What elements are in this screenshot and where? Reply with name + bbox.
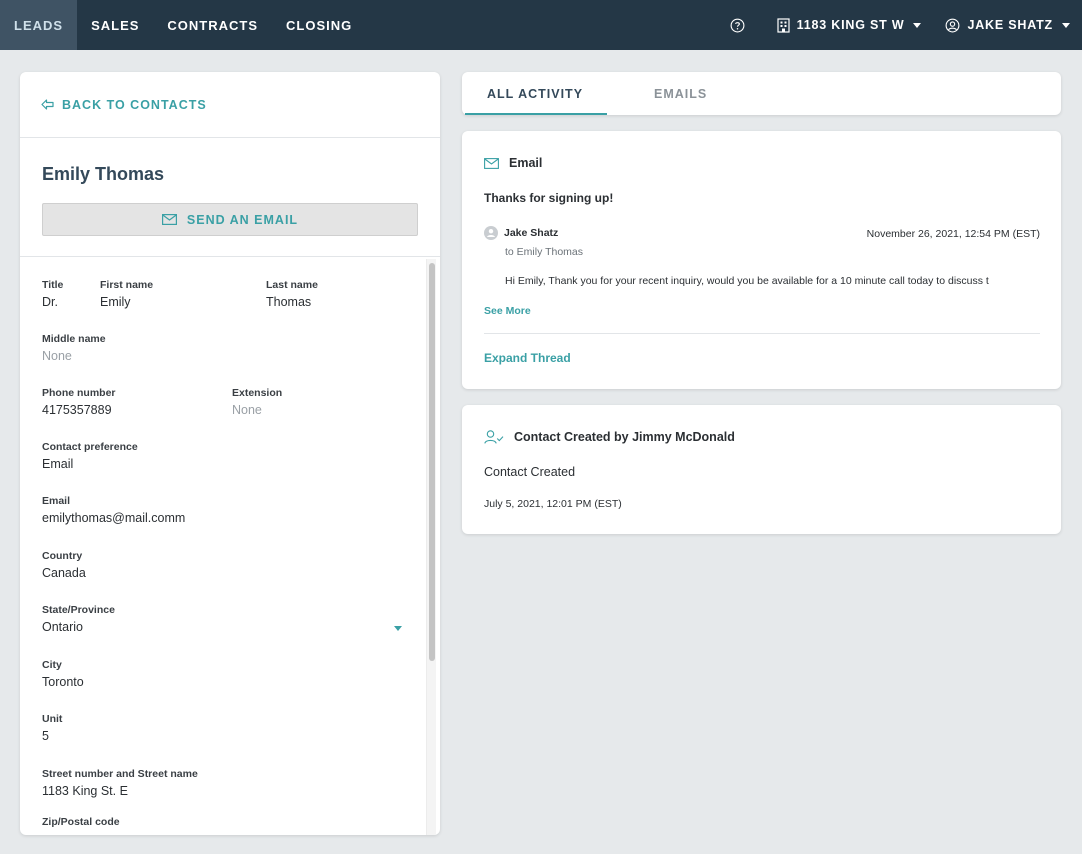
scrollbar-thumb[interactable] (429, 263, 435, 661)
name-row: Title Dr. First name Emily Last name Tho… (42, 279, 410, 313)
activity-tabs: ALL ACTIVITY EMAILS (462, 72, 1061, 115)
email-field[interactable]: Email emilythomas@mail.comm (42, 495, 410, 525)
email-timestamp: November 26, 2021, 12:54 PM (EST) (866, 228, 1040, 240)
property-label: 1183 KING ST W (796, 18, 905, 32)
back-to-contacts-label: BACK TO CONTACTS (62, 97, 207, 112)
contact-created-card: Contact Created by Jimmy McDonald Contac… (462, 405, 1061, 534)
field-value: Toronto (42, 675, 84, 689)
avatar-icon (484, 226, 498, 240)
email-subject: Thanks for signing up! (484, 191, 614, 205)
scrollbar[interactable] (426, 259, 436, 835)
field-label: Middle name (42, 333, 106, 345)
nav-tab-sales[interactable]: SALES (77, 0, 153, 50)
see-more-link[interactable]: See More (484, 305, 531, 317)
field-label: Last name (266, 279, 318, 291)
building-icon (777, 17, 790, 33)
last-name-field[interactable]: Last name Thomas (266, 279, 318, 309)
email-recipient: to Emily Thomas (505, 246, 583, 258)
street-field[interactable]: Street number and Street name 1183 King … (42, 768, 410, 798)
field-value: 4175357889 (42, 403, 112, 417)
field-label: Email (42, 495, 71, 507)
unit-field[interactable]: Unit 5 (42, 713, 410, 743)
nav-tab-closing[interactable]: CLOSING (272, 0, 366, 50)
field-label: Contact preference (42, 441, 138, 453)
help-button[interactable] (718, 18, 765, 33)
tab-emails[interactable]: EMAILS (654, 72, 707, 115)
field-value: emilythomas@mail.comm (42, 511, 186, 525)
phone-field[interactable]: Phone number 4175357889 (42, 387, 116, 417)
contact-created-header: Contact Created by Jimmy McDonald (484, 430, 735, 444)
expand-thread-link[interactable]: Expand Thread (484, 351, 571, 365)
nav-tab-contracts[interactable]: CONTRACTS (153, 0, 272, 50)
nav-right-group: 1183 KING ST W JAKE SHATZ (718, 0, 1082, 50)
contact-created-body: Contact Created (484, 465, 576, 479)
email-preview: Hi Emily, Thank you for your recent inqu… (505, 275, 989, 287)
contact-created-title: Contact Created by Jimmy McDonald (514, 430, 735, 444)
field-value: Email (42, 457, 74, 471)
email-card-header: Email (484, 156, 542, 170)
contact-details-panel: BACK TO CONTACTS Emily Thomas SEND AN EM… (20, 72, 440, 835)
title-field[interactable]: Title Dr. (42, 279, 63, 309)
field-value: Ontario (42, 620, 83, 634)
field-label: Phone number (42, 387, 116, 399)
field-value: Canada (42, 566, 86, 580)
field-label: Zip/Postal code (42, 816, 120, 828)
top-navigation: LEADS SALES CONTRACTS CLOSING 1183 KING … (0, 0, 1082, 50)
field-value: 5 (42, 729, 49, 743)
field-label: City (42, 659, 62, 671)
active-tab-indicator (465, 113, 607, 115)
send-email-label: SEND AN EMAIL (186, 212, 299, 227)
chevron-down-icon[interactable] (394, 626, 402, 631)
field-value: None (42, 349, 72, 363)
field-label: Unit (42, 713, 63, 725)
contact-created-timestamp: July 5, 2021, 12:01 PM (EST) (484, 498, 622, 510)
email-sender: Jake Shatz (484, 226, 558, 240)
field-label: Country (42, 550, 83, 562)
field-value: Dr. (42, 295, 58, 309)
country-field[interactable]: Country Canada (42, 550, 410, 580)
user-check-icon (484, 430, 504, 444)
phone-row: Phone number 4175357889 Extension None (42, 387, 410, 421)
tab-all-activity[interactable]: ALL ACTIVITY (487, 72, 583, 115)
user-name: JAKE SHATZ (967, 18, 1053, 32)
arrow-left-icon (41, 99, 54, 110)
zip-field[interactable]: Zip/Postal code (42, 816, 410, 828)
contact-header: Emily Thomas SEND AN EMAIL (20, 138, 440, 257)
field-value: Emily (100, 295, 131, 309)
help-icon (730, 18, 745, 32)
envelope-icon (484, 157, 499, 169)
email-activity-card: Email Thanks for signing up! Jake Shatz … (462, 131, 1061, 389)
city-field[interactable]: City Toronto (42, 659, 410, 689)
field-label: State/Province (42, 604, 115, 616)
chevron-down-icon (1062, 22, 1070, 28)
back-to-contacts-link[interactable]: BACK TO CONTACTS (20, 72, 440, 138)
user-menu[interactable]: JAKE SHATZ (933, 18, 1082, 33)
chevron-down-icon (913, 22, 922, 28)
divider (484, 333, 1040, 334)
field-label: Street number and Street name (42, 768, 198, 780)
contact-preference-field[interactable]: Contact preference Email (42, 441, 410, 471)
state-province-select[interactable]: State/Province Ontario (42, 604, 410, 638)
nav-tab-leads[interactable]: LEADS (0, 0, 78, 50)
field-value: Thomas (266, 295, 312, 309)
envelope-icon (161, 214, 177, 225)
extension-field[interactable]: Extension None (232, 387, 282, 417)
first-name-field[interactable]: First name Emily (100, 279, 153, 309)
contact-fields[interactable]: Title Dr. First name Emily Last name Tho… (20, 257, 440, 835)
property-selector[interactable]: 1183 KING ST W (765, 17, 934, 33)
sender-name: Jake Shatz (504, 227, 559, 239)
field-label: First name (100, 279, 154, 291)
field-value: None (232, 403, 262, 417)
contact-name: Emily Thomas (42, 164, 165, 184)
send-email-button[interactable]: SEND AN EMAIL (42, 203, 418, 236)
field-value: 1183 King St. E (42, 784, 128, 798)
user-circle-icon (945, 18, 960, 32)
activity-type-label: Email (509, 156, 543, 170)
middle-name-field[interactable]: Middle name None (42, 333, 410, 363)
field-label: Title (42, 279, 64, 291)
field-label: Extension (232, 387, 283, 399)
